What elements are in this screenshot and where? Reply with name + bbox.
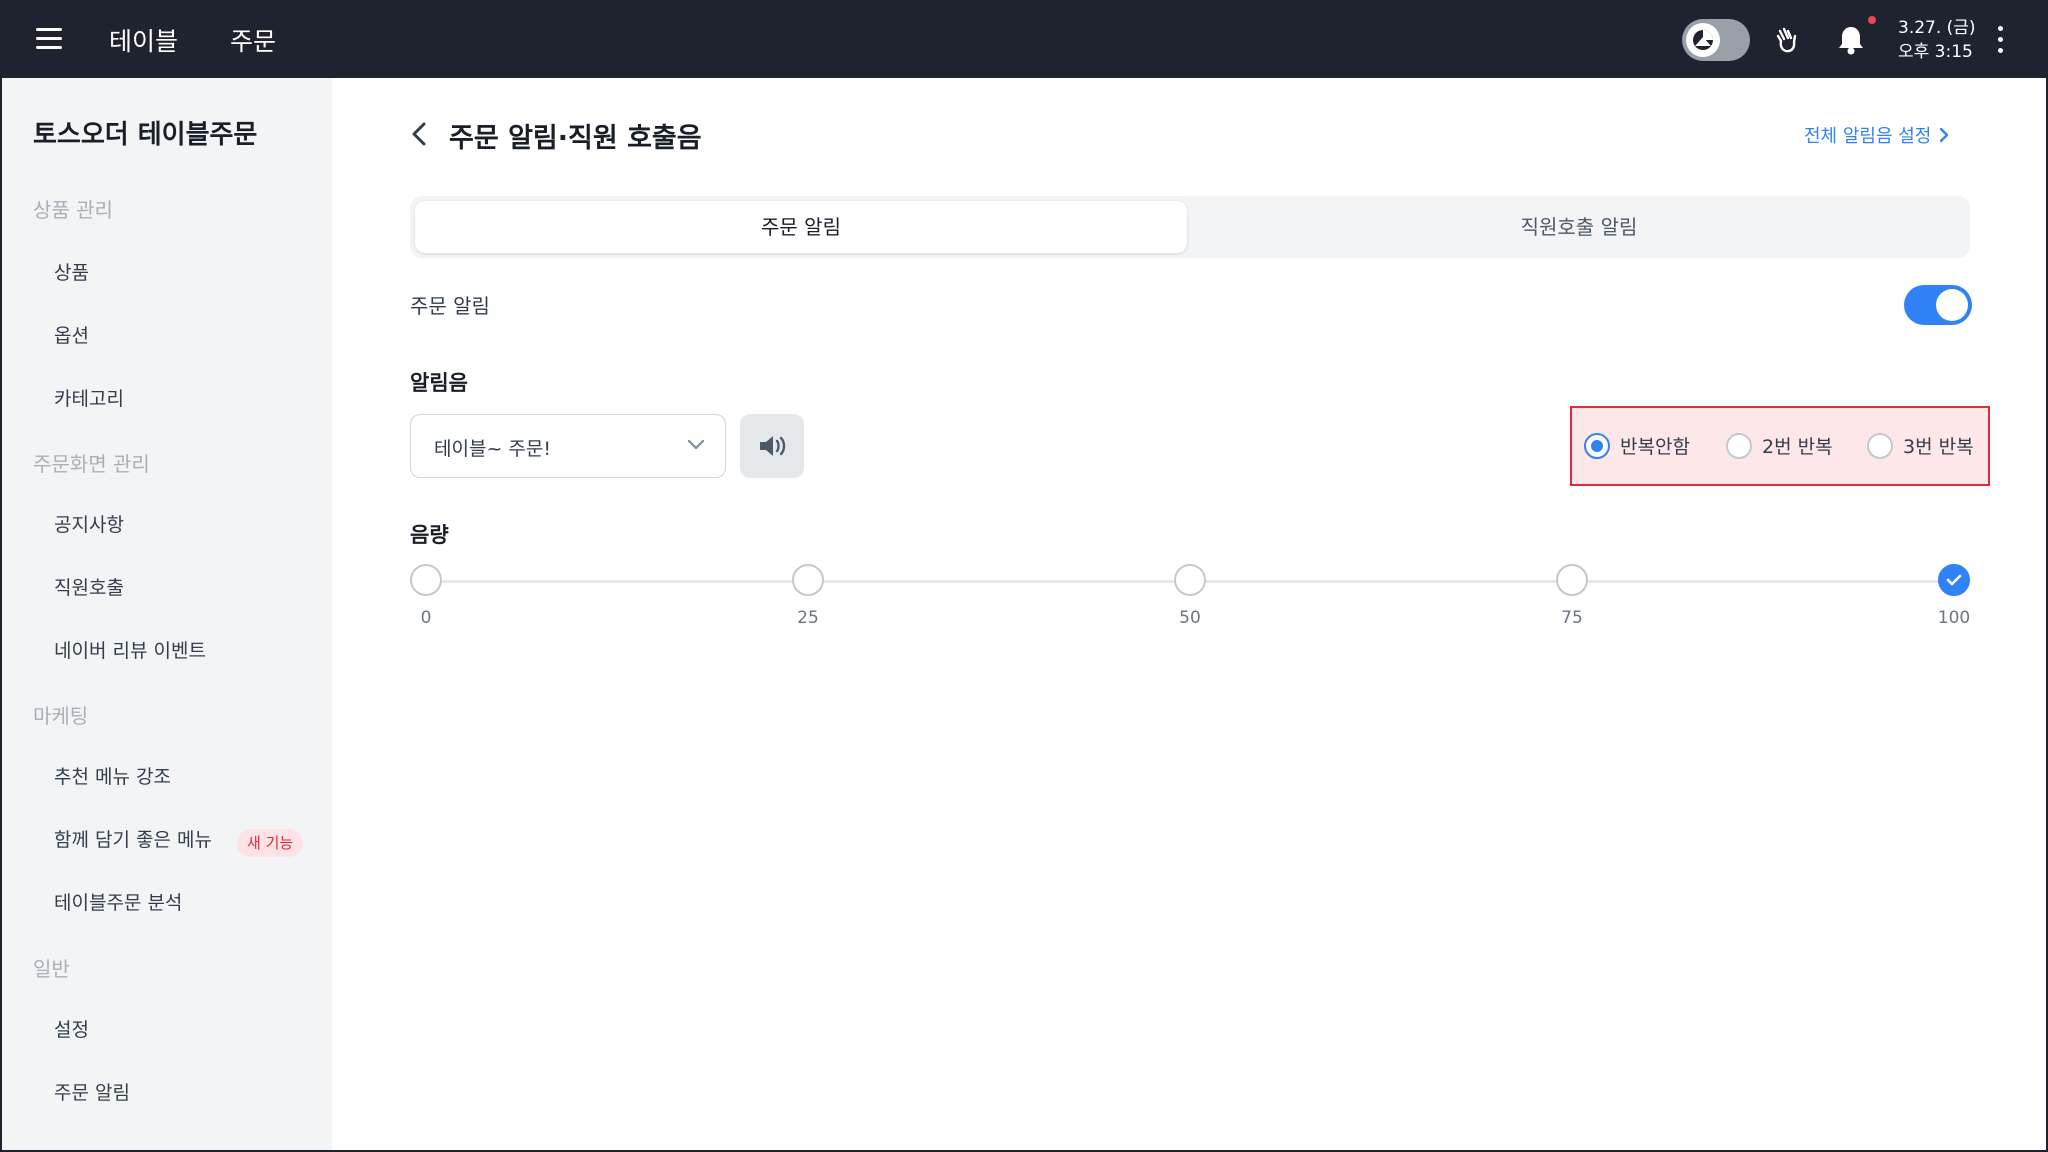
- sidebar: 토스오더 테이블주문 상품 관리 상품 옵션 카테고리 주문화면 관리 공지사항…: [2, 78, 332, 1150]
- sound-select-value: 테이블~ 주문!: [434, 438, 551, 460]
- volume-label-75: 75: [1561, 608, 1583, 628]
- radio-label-repeat-2: 2번 반복: [1762, 436, 1833, 458]
- top-tab-order[interactable]: 주문: [230, 22, 276, 58]
- volume-label-0: 0: [420, 608, 432, 628]
- volume-stop-75[interactable]: [1556, 564, 1588, 596]
- store-name: 토스오더 테이블주문: [33, 120, 258, 150]
- sound-label: 알림음: [410, 371, 468, 395]
- radio-circle-selected: [1584, 432, 1610, 459]
- sidebar-item-recommended-menu[interactable]: 추천 메뉴 강조: [54, 762, 171, 789]
- radio-circle: [1726, 432, 1752, 459]
- tab-order-alert[interactable]: 주문 알림: [415, 201, 1187, 253]
- check-icon: [1946, 574, 1962, 586]
- volume-label-100: 100: [1937, 608, 1971, 628]
- volume-slider[interactable]: 0 25 50 75 100: [410, 564, 1970, 644]
- sidebar-item-options[interactable]: 옵션: [54, 321, 89, 348]
- date-text: 3.27. (금): [1898, 18, 1976, 38]
- more-vertical-icon[interactable]: [1998, 26, 2006, 59]
- chevron-right-icon: [1940, 127, 1949, 143]
- page-title: 주문 알림·직원 호출음: [449, 123, 702, 154]
- volume-stop-25[interactable]: [792, 564, 824, 596]
- radio-repeat-3[interactable]: 3번 반복: [1867, 432, 1974, 459]
- radio-label-repeat-3: 3번 반복: [1903, 436, 1974, 458]
- sound-select[interactable]: 테이블~ 주문!: [410, 414, 726, 478]
- volume-stop-100[interactable]: [1938, 564, 1970, 596]
- order-alert-label: 주문 알림: [410, 294, 490, 318]
- section-title-marketing: 마케팅: [33, 704, 89, 728]
- volume-stop-50[interactable]: [1174, 564, 1206, 596]
- sidebar-item-staff-call[interactable]: 직원호출: [54, 573, 124, 600]
- top-tab-table[interactable]: 테이블: [109, 22, 178, 58]
- app-window: 테이블 주문 3.27. (금) 오후 3:15 토스오더 테이블주문 상품 관…: [0, 0, 2048, 1152]
- tab-staff-call-alert[interactable]: 직원호출 알림: [1193, 201, 1965, 253]
- sidebar-item-settings[interactable]: 설정: [54, 1015, 89, 1042]
- notification-dot: [1868, 16, 1876, 24]
- all-sound-settings-label: 전체 알림음 설정: [1804, 126, 1932, 147]
- section-title-general: 일반: [33, 957, 70, 981]
- bell-icon[interactable]: [1836, 24, 1866, 60]
- volume-label: 음량: [410, 523, 449, 547]
- new-feature-badge: 새 기능: [237, 829, 304, 857]
- alert-tabs: 주문 알림 직원호출 알림: [410, 196, 1970, 258]
- sidebar-item-order-alert[interactable]: 주문 알림: [54, 1078, 130, 1105]
- all-sound-settings-link[interactable]: 전체 알림음 설정: [1804, 122, 1949, 148]
- sidebar-item-naver-review[interactable]: 네이버 리뷰 이벤트: [54, 636, 206, 663]
- volume-label-25: 25: [797, 608, 819, 628]
- section-title-products: 상품 관리: [33, 198, 113, 222]
- speaker-icon: [760, 436, 786, 456]
- sidebar-item-products[interactable]: 상품: [54, 258, 89, 285]
- theme-toggle-icon: [1686, 23, 1720, 57]
- wave-hand-icon[interactable]: [1772, 24, 1804, 60]
- sidebar-item-category[interactable]: 카테고리: [54, 384, 124, 411]
- order-alert-toggle[interactable]: [1904, 285, 1972, 325]
- main-content: 주문 알림·직원 호출음 전체 알림음 설정 주문 알림 직원호출 알림 주문 …: [332, 78, 2046, 1150]
- top-bar: 테이블 주문 3.27. (금) 오후 3:15: [2, 2, 2046, 78]
- sidebar-item-notice[interactable]: 공지사항: [54, 510, 124, 537]
- volume-label-50: 50: [1179, 608, 1201, 628]
- back-arrow-icon[interactable]: [410, 120, 428, 152]
- radio-repeat-2[interactable]: 2번 반복: [1726, 432, 1833, 459]
- sidebar-item-analytics[interactable]: 테이블주문 분석: [54, 888, 182, 915]
- datetime: 3.27. (금) 오후 3:15: [1898, 16, 1976, 64]
- section-title-order-screen: 주문화면 관리: [33, 452, 150, 476]
- theme-toggle[interactable]: [1682, 19, 1750, 61]
- menu-icon[interactable]: [36, 28, 62, 50]
- radio-no-repeat[interactable]: 반복안함: [1584, 432, 1690, 459]
- radio-label-no-repeat: 반복안함: [1620, 436, 1690, 458]
- radio-circle: [1867, 432, 1893, 459]
- chevron-down-icon: [687, 439, 705, 450]
- play-sound-button[interactable]: [740, 414, 804, 478]
- repeat-options-highlight: 반복안함 2번 반복 3번 반복: [1570, 406, 1990, 486]
- sidebar-item-together-menu[interactable]: 함께 담기 좋은 메뉴: [54, 825, 212, 852]
- volume-stop-0[interactable]: [410, 564, 442, 596]
- time-text: 오후 3:15: [1898, 42, 1973, 62]
